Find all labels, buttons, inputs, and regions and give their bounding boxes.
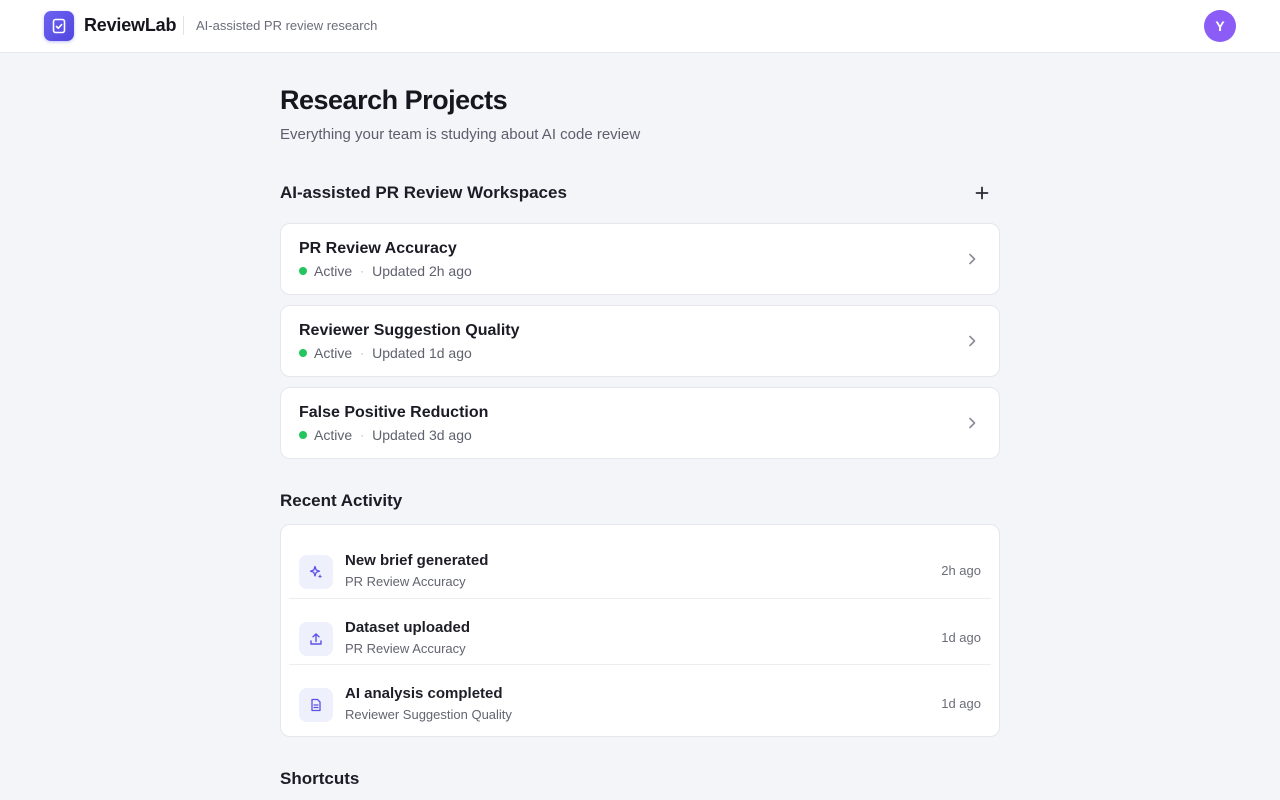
activity-section-title: Recent Activity xyxy=(280,491,403,510)
project-updated: Updated 2h ago xyxy=(372,263,472,279)
project-status: Active xyxy=(314,345,353,361)
activity-project: PR Review Accuracy xyxy=(345,641,466,656)
meta-separator: · xyxy=(360,428,365,442)
shortcuts-section-title: Shortcuts xyxy=(280,769,360,788)
activity-item[interactable]: AI analysis completed Reviewer Suggestio… xyxy=(289,664,991,730)
chevron-right-icon xyxy=(969,335,976,347)
top-bar: ReviewLab AI-assisted PR review research… xyxy=(0,0,1280,53)
project-name: Reviewer Suggestion Quality xyxy=(299,322,520,339)
user-avatar[interactable]: Y xyxy=(1204,10,1236,42)
activity-time: 1d ago xyxy=(941,630,981,645)
activity-project: Reviewer Suggestion Quality xyxy=(345,707,512,722)
status-dot xyxy=(299,267,307,275)
activity-title: Dataset uploaded xyxy=(345,619,471,636)
project-name: PR Review Accuracy xyxy=(299,240,457,257)
activity-icon-tile xyxy=(299,622,333,656)
activity-item[interactable]: New brief generated PR Review Accuracy 2… xyxy=(289,532,991,598)
project-card[interactable]: False Positive Reduction Active · Update… xyxy=(280,387,1000,459)
project-updated: Updated 3d ago xyxy=(372,427,472,443)
page-subtitle: Everything your team is studying about A… xyxy=(280,126,641,143)
activity-title: New brief generated xyxy=(345,552,489,569)
status-dot xyxy=(299,349,307,357)
project-meta: Active · Updated 3d ago xyxy=(299,427,472,443)
header-divider xyxy=(183,16,184,35)
meta-separator: · xyxy=(360,346,365,360)
project-updated: Updated 1d ago xyxy=(372,345,472,361)
project-name: False Positive Reduction xyxy=(299,404,489,421)
meta-separator: · xyxy=(360,264,365,278)
activity-time: 1d ago xyxy=(941,696,981,711)
chevron-right-icon xyxy=(969,253,976,265)
plus-icon xyxy=(975,186,989,200)
app-tagline: AI-assisted PR review research xyxy=(196,18,378,33)
status-dot xyxy=(299,431,307,439)
activity-list: New brief generated PR Review Accuracy 2… xyxy=(280,524,1000,737)
document-icon xyxy=(311,698,321,712)
chevron-right-icon xyxy=(969,417,976,429)
workspaces-section-title: AI-assisted PR Review Workspaces xyxy=(280,183,567,202)
activity-time: 2h ago xyxy=(941,563,981,578)
project-status: Active xyxy=(314,427,353,443)
sparkle-icon xyxy=(309,565,323,579)
activity-icon-tile xyxy=(299,688,333,722)
app-logo[interactable] xyxy=(44,11,74,41)
add-workspace-button[interactable] xyxy=(972,183,992,203)
project-card[interactable]: PR Review Accuracy Active · Updated 2h a… xyxy=(280,223,1000,295)
activity-title: AI analysis completed xyxy=(345,685,503,702)
project-card[interactable]: Reviewer Suggestion Quality Active · Upd… xyxy=(280,305,1000,377)
upload-icon xyxy=(310,633,322,645)
activity-item[interactable]: Dataset uploaded PR Review Accuracy 1d a… xyxy=(289,598,991,664)
app-name: ReviewLab xyxy=(84,15,177,35)
activity-project: PR Review Accuracy xyxy=(345,574,466,589)
activity-icon-tile xyxy=(299,555,333,589)
clipboard-check-icon xyxy=(52,18,66,34)
project-meta: Active · Updated 2h ago xyxy=(299,263,472,279)
page-title: Research Projects xyxy=(280,85,508,115)
project-status: Active xyxy=(314,263,353,279)
project-meta: Active · Updated 1d ago xyxy=(299,345,472,361)
